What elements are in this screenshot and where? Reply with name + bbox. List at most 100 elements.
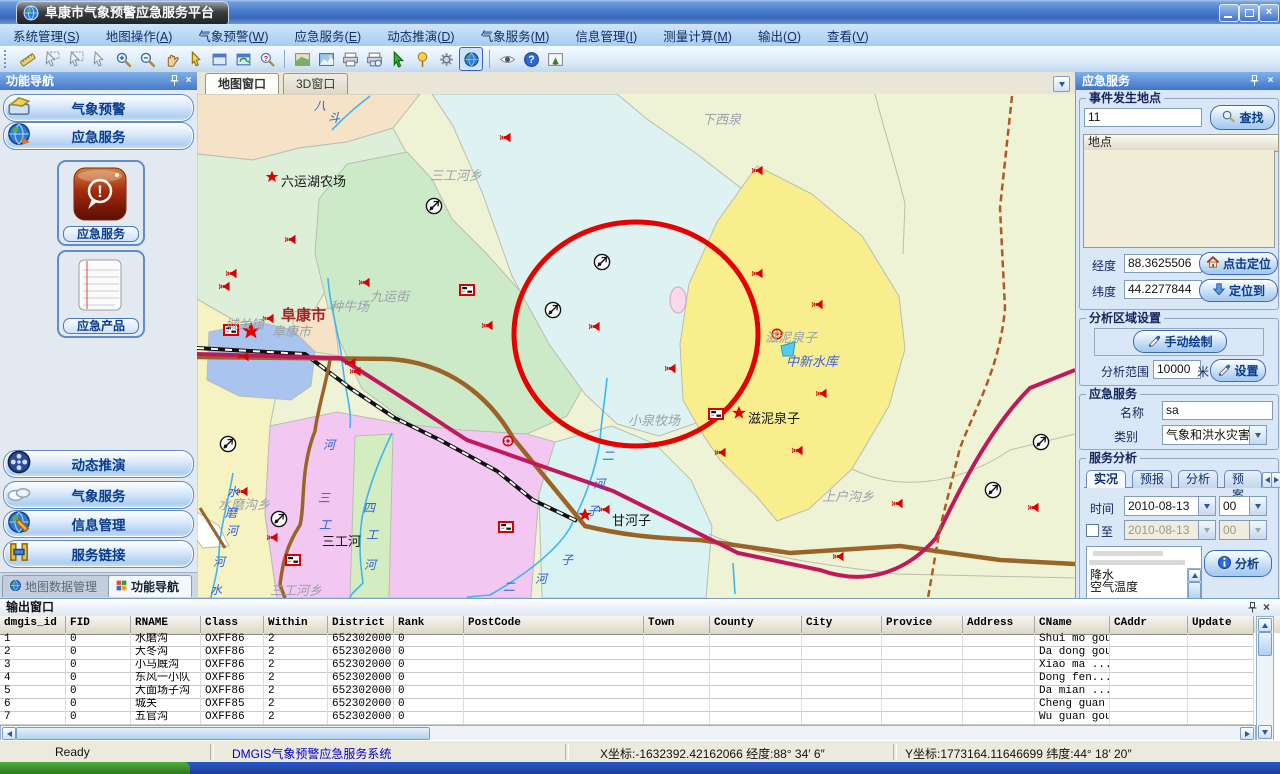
facility-marker[interactable] xyxy=(426,198,441,213)
refresh-icon[interactable] xyxy=(232,48,254,70)
globe-icon[interactable] xyxy=(459,47,483,71)
menu-item-2[interactable]: 地图操作(A) xyxy=(93,23,186,48)
map-canvas[interactable]: 三工河乡下西泉九运街城关镇阜康市种牛场滋泥泉子小泉牧场上户沟乡水磨沟乡三工河乡六… xyxy=(197,94,1075,598)
v-scrollbar[interactable] xyxy=(1256,616,1274,741)
menu-item-5[interactable]: 动态推演(D) xyxy=(374,23,467,48)
tab-function-navigation[interactable]: 功能导航 xyxy=(108,575,192,597)
station-marker[interactable] xyxy=(460,285,474,295)
facility-marker[interactable] xyxy=(220,436,235,451)
location-keyword-input[interactable]: 11 xyxy=(1084,108,1202,127)
select-point-icon[interactable] xyxy=(88,48,110,70)
close-button[interactable]: × xyxy=(1259,4,1279,22)
start-button-edge[interactable] xyxy=(0,762,190,774)
eye-icon[interactable] xyxy=(496,48,518,70)
menu-item-4[interactable]: 应急服务(E) xyxy=(282,23,375,48)
find-button[interactable]: 查找 xyxy=(1210,105,1275,130)
element-listbox[interactable]: 降水空气温度 xyxy=(1086,546,1202,598)
chevron-down-icon[interactable] xyxy=(1198,497,1215,515)
lat-input[interactable]: 44.2277844 xyxy=(1124,280,1202,299)
tab-map-window[interactable]: 地图窗口 xyxy=(205,73,279,94)
scroll-up-icon[interactable] xyxy=(1258,618,1272,632)
service-name-input[interactable]: sa xyxy=(1162,401,1273,420)
table-row[interactable]: 40东风一小队OXFF8626523020000Dong fen... xyxy=(0,672,1254,686)
menu-item-8[interactable]: 测量计算(M) xyxy=(650,23,745,48)
menu-item-7[interactable]: 信息管理(I) xyxy=(562,23,650,48)
chevron-down-icon[interactable] xyxy=(1249,497,1266,515)
pick-icon[interactable] xyxy=(387,48,409,70)
map-tab-list-button[interactable] xyxy=(1053,76,1070,92)
date2-select[interactable]: 2010-08-13 xyxy=(1124,520,1216,540)
nav-group-dynamic-deduction[interactable]: 动态推演 xyxy=(3,450,194,478)
table-row[interactable]: 20大冬沟OXFF8626523020000Da dong gou xyxy=(0,646,1254,660)
range-input[interactable]: 10000 xyxy=(1153,360,1201,379)
analyze-button[interactable]: 分析 xyxy=(1204,550,1272,577)
nav-group-weather-service[interactable]: 气象服务 xyxy=(3,481,194,509)
facility-marker[interactable] xyxy=(545,302,560,317)
map-view-icon[interactable] xyxy=(315,48,337,70)
print-icon[interactable] xyxy=(339,48,361,70)
pin-icon[interactable] xyxy=(411,48,433,70)
facility-marker[interactable] xyxy=(1033,434,1048,449)
result-table[interactable]: dmgis_idFIDRNAMEClassWithinDistrictRankP… xyxy=(0,616,1280,725)
scroll-down-icon[interactable] xyxy=(1258,725,1272,739)
export-image-icon[interactable] xyxy=(544,48,566,70)
menu-item-9[interactable]: 输出(O) xyxy=(745,23,814,48)
restore-button[interactable] xyxy=(1239,4,1259,22)
table-row[interactable]: 30小马厩沟OXFF8626523020000Xiao ma ... xyxy=(0,659,1254,673)
emergency-service-shortcut[interactable]: ! 应急服务 xyxy=(57,160,145,246)
nav-group-info-management[interactable]: 信息管理 xyxy=(3,510,194,538)
menu-item-1[interactable]: 系统管理(S) xyxy=(0,23,93,48)
analysis-tab-4[interactable]: 预案 xyxy=(1224,470,1262,488)
station-marker[interactable] xyxy=(499,522,513,532)
tab-map-data-management[interactable]: 地图数据管理 xyxy=(2,575,118,597)
station-marker[interactable] xyxy=(286,555,300,565)
h-scrollbar[interactable] xyxy=(0,725,1256,741)
ruler-icon[interactable] xyxy=(16,48,38,70)
chevron-down-icon[interactable] xyxy=(1249,426,1266,444)
lon-input[interactable]: 88.3625506 xyxy=(1124,254,1202,273)
close-icon[interactable]: × xyxy=(1264,75,1277,88)
nav-group-emergency-service[interactable]: 应急服务 xyxy=(3,122,194,150)
poi-marker[interactable] xyxy=(503,436,513,446)
zoom-in-icon[interactable] xyxy=(112,48,134,70)
analysis-tab-1[interactable]: 实况 xyxy=(1086,470,1126,488)
facility-marker[interactable] xyxy=(594,254,609,269)
nav-group-service-link[interactable]: 服务链接 xyxy=(3,540,194,568)
settings-icon[interactable] xyxy=(435,48,457,70)
tab-3d-window[interactable]: 3D窗口 xyxy=(283,73,348,94)
manual-draw-button[interactable]: 手动绘制 xyxy=(1133,330,1227,353)
close-icon[interactable]: × xyxy=(182,75,195,88)
pin-icon[interactable] xyxy=(1248,75,1261,88)
location-list[interactable] xyxy=(1083,150,1275,248)
pan-icon[interactable] xyxy=(160,48,182,70)
table-row[interactable]: 70五官沟OXFF8626523020000Wu guan gou xyxy=(0,711,1254,725)
scroll-right-icon[interactable] xyxy=(1240,727,1254,740)
element-item-2[interactable]: 空气温度 xyxy=(1087,581,1185,593)
facility-marker[interactable] xyxy=(271,511,286,526)
menu-item-10[interactable]: 查看(V) xyxy=(814,23,882,48)
facility-marker[interactable] xyxy=(985,482,1000,497)
analysis-tab-2[interactable]: 预报 xyxy=(1132,470,1172,488)
goto-button[interactable]: 定位到 xyxy=(1199,279,1278,302)
v-scroll-thumb[interactable] xyxy=(1258,632,1272,656)
analysis-tab-3[interactable]: 分析 xyxy=(1178,470,1218,488)
set-button[interactable]: 设置 xyxy=(1210,359,1266,382)
tab-scroll-right-icon[interactable] xyxy=(1271,472,1280,488)
table-row[interactable]: 10水磨沟OXFF8626523020000Shui mo gou xyxy=(0,633,1254,647)
pin-icon[interactable] xyxy=(168,75,181,88)
scroll-left-icon[interactable] xyxy=(2,727,16,740)
identify-icon[interactable]: ? xyxy=(256,48,278,70)
scroll-thumb[interactable] xyxy=(1188,582,1201,598)
select-rect-icon[interactable] xyxy=(64,48,86,70)
toolbar-grip[interactable] xyxy=(4,50,11,68)
full-extent-icon[interactable] xyxy=(208,48,230,70)
zoom-out-icon[interactable] xyxy=(136,48,158,70)
close-icon[interactable]: × xyxy=(1263,599,1270,616)
to-checkbox[interactable] xyxy=(1086,524,1099,537)
pointer-icon[interactable] xyxy=(184,48,206,70)
emergency-product-shortcut[interactable]: 应急产品 xyxy=(57,250,145,338)
date-select[interactable]: 2010-08-13 xyxy=(1124,496,1216,516)
table-row[interactable]: 60城关OXFF8526523020000Cheng guan xyxy=(0,698,1254,712)
menu-item-3[interactable]: 气象预警(W) xyxy=(185,23,281,48)
print-preview-icon[interactable] xyxy=(363,48,385,70)
